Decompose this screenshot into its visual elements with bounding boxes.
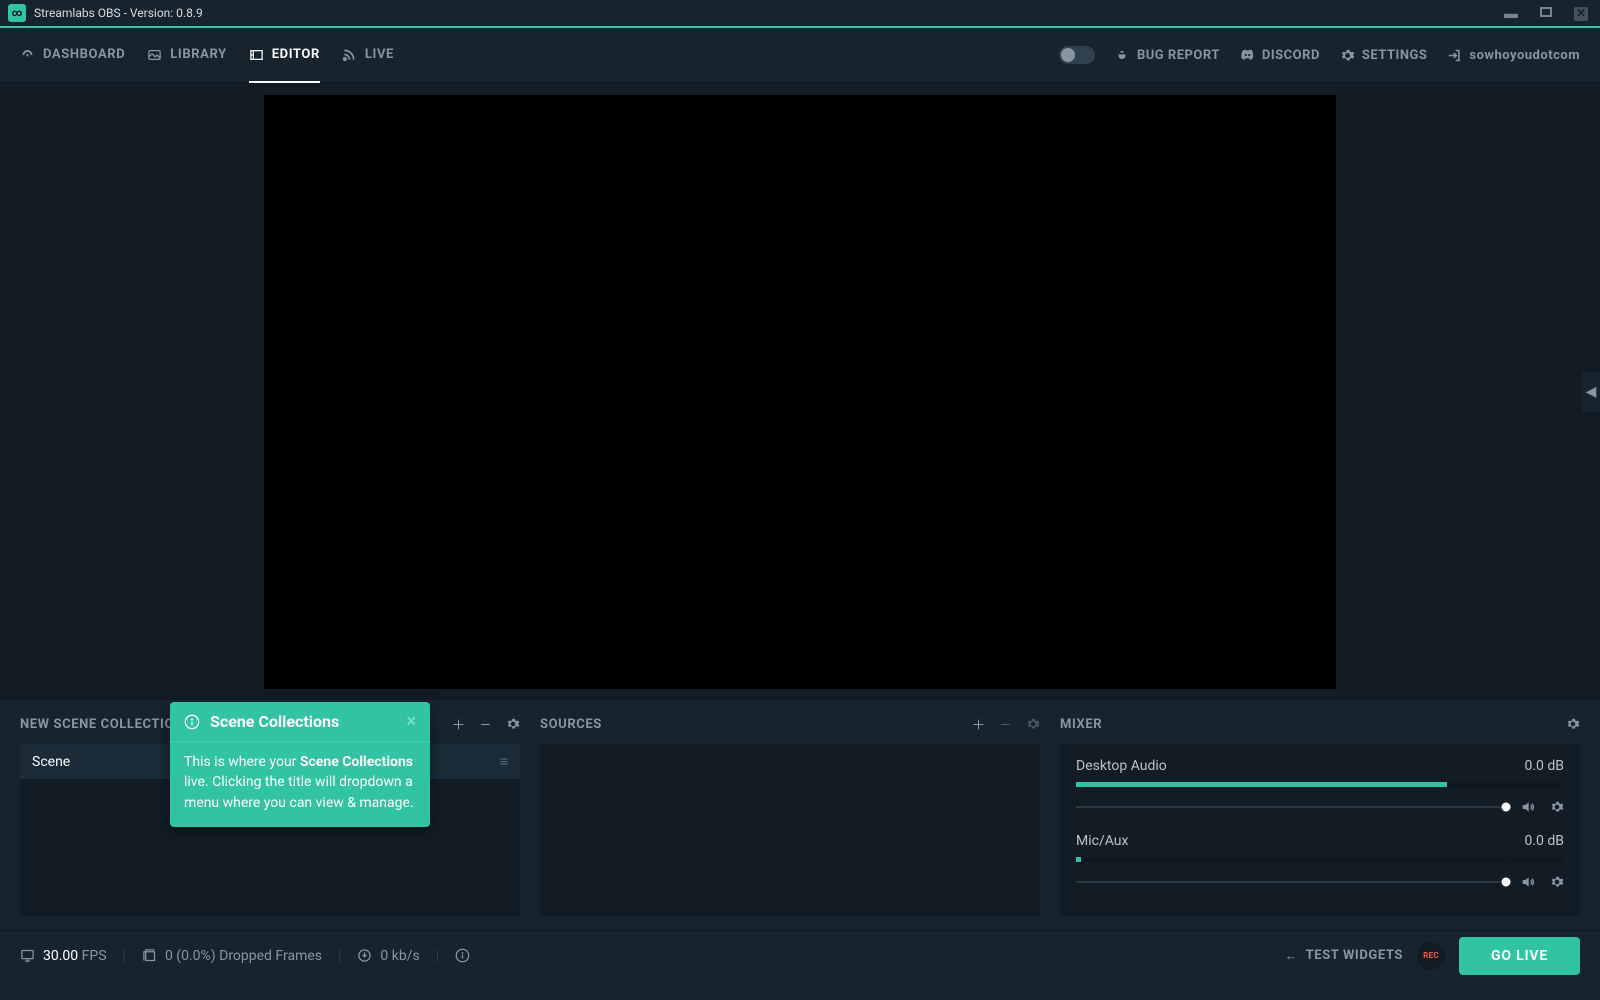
gauge-icon	[20, 47, 35, 62]
go-live-button[interactable]: Go Live	[1459, 937, 1580, 975]
channel-settings-icon[interactable]	[1550, 875, 1564, 889]
scenes-panel: New Scene Collection Scene ≡ Scene Colle…	[20, 714, 520, 916]
nav-dashboard-label: Dashboard	[43, 47, 125, 62]
channel-settings-icon[interactable]	[1550, 800, 1564, 814]
night-mode-toggle[interactable]	[1059, 46, 1095, 64]
nav-dashboard[interactable]: Dashboard	[20, 29, 125, 83]
sources-title: Sources	[540, 717, 602, 732]
bitrate-stat: 0 kb/s	[357, 948, 419, 964]
gear-icon	[1340, 48, 1355, 63]
nav-live-label: Live	[365, 47, 394, 62]
fps-stat: 30.00 FPS	[20, 948, 107, 964]
remove-source-button[interactable]	[999, 718, 1012, 731]
info-icon	[184, 714, 200, 730]
mute-icon[interactable]	[1520, 799, 1536, 815]
tooltip-title: Scene Collections	[210, 712, 339, 731]
tooltip-close-button[interactable]: ×	[406, 716, 416, 728]
mixer-channel-name: Mic/Aux	[1076, 833, 1128, 849]
mixer-title: Mixer	[1060, 717, 1102, 732]
user-button[interactable]: sowhoyoudotcom	[1447, 48, 1580, 63]
record-button[interactable]: REC	[1417, 942, 1445, 970]
settings-label: Settings	[1362, 48, 1428, 63]
tooltip-body: This is where your Scene Collections liv…	[170, 742, 430, 827]
mixer-settings-button[interactable]	[1566, 717, 1580, 731]
scene-name: Scene	[32, 754, 70, 770]
audio-meter	[1076, 782, 1564, 787]
bug-report-label: Bug Report	[1137, 48, 1220, 63]
scene-collection-title[interactable]: New Scene Collection	[20, 717, 184, 732]
audio-meter	[1076, 857, 1564, 862]
user-label: sowhoyoudotcom	[1469, 48, 1580, 63]
preview-canvas[interactable]	[264, 95, 1336, 689]
minimize-icon[interactable]: ▬	[1504, 5, 1518, 22]
dropped-frames-stat: 0 (0.0%) Dropped Frames	[142, 948, 322, 964]
info-icon[interactable]	[455, 948, 470, 963]
source-settings-button[interactable]	[1026, 717, 1040, 731]
logout-icon	[1447, 48, 1462, 63]
sources-panel: Sources	[540, 714, 1040, 916]
nav-live[interactable]: Live	[342, 29, 394, 83]
discord-icon	[1240, 48, 1255, 63]
panels-row: New Scene Collection Scene ≡ Scene Colle…	[0, 700, 1600, 930]
drag-handle-icon[interactable]: ≡	[500, 753, 508, 770]
frames-icon	[142, 948, 157, 963]
bug-icon	[1115, 48, 1130, 63]
mixer-channel-desktop: Desktop Audio 0.0 dB	[1076, 758, 1564, 815]
image-icon	[147, 47, 162, 62]
volume-slider[interactable]	[1076, 806, 1506, 808]
navbar: Dashboard Library Editor Live Bug Report…	[0, 28, 1600, 83]
sources-list	[540, 744, 1040, 916]
close-icon[interactable]: ✕	[1574, 5, 1588, 21]
bug-report-button[interactable]: Bug Report	[1115, 48, 1220, 63]
preview-area: ◀	[0, 83, 1600, 700]
nav-library-label: Library	[170, 47, 226, 62]
mixer-channel-db: 0.0 dB	[1524, 833, 1564, 849]
mixer-panel: Mixer Desktop Audio 0.0 dB Mi	[1060, 714, 1580, 916]
scene-settings-button[interactable]	[506, 717, 520, 731]
nav-library[interactable]: Library	[147, 29, 226, 83]
scene-collections-tooltip: Scene Collections × This is where your S…	[170, 702, 430, 827]
nav-editor-label: Editor	[272, 47, 320, 62]
mixer-channel-name: Desktop Audio	[1076, 758, 1167, 774]
mixer-channel-mic: Mic/Aux 0.0 dB	[1076, 833, 1564, 890]
window-title: Streamlabs OBS - Version: 0.8.9	[34, 6, 203, 20]
discord-label: Discord	[1262, 48, 1320, 63]
app-icon: ∞	[8, 4, 26, 22]
add-scene-button[interactable]	[452, 718, 465, 731]
mixer-channel-db: 0.0 dB	[1524, 758, 1564, 774]
discord-button[interactable]: Discord	[1240, 48, 1320, 63]
nav-editor[interactable]: Editor	[249, 29, 320, 83]
volume-slider[interactable]	[1076, 881, 1506, 883]
test-widgets-label: Test Widgets	[1306, 948, 1403, 963]
titlebar: ∞ Streamlabs OBS - Version: 0.8.9 ▬ ✕	[0, 0, 1600, 28]
add-source-button[interactable]	[972, 718, 985, 731]
test-widgets-button[interactable]: ← Test Widgets	[1285, 948, 1403, 964]
status-bar: 30.00 FPS | 0 (0.0%) Dropped Frames | 0 …	[0, 930, 1600, 980]
monitor-icon	[20, 948, 35, 963]
settings-button[interactable]: Settings	[1340, 48, 1428, 63]
mixer-body: Desktop Audio 0.0 dB Mic/Aux 0.0 dB	[1060, 744, 1580, 916]
sidebar-expand-icon[interactable]: ◀	[1582, 372, 1600, 412]
remove-scene-button[interactable]	[479, 718, 492, 731]
download-icon	[357, 948, 372, 963]
maximize-icon[interactable]	[1540, 5, 1552, 21]
mute-icon[interactable]	[1520, 874, 1536, 890]
arrow-left-icon: ←	[1285, 948, 1298, 964]
editor-icon	[249, 47, 264, 62]
rss-icon	[342, 47, 357, 62]
